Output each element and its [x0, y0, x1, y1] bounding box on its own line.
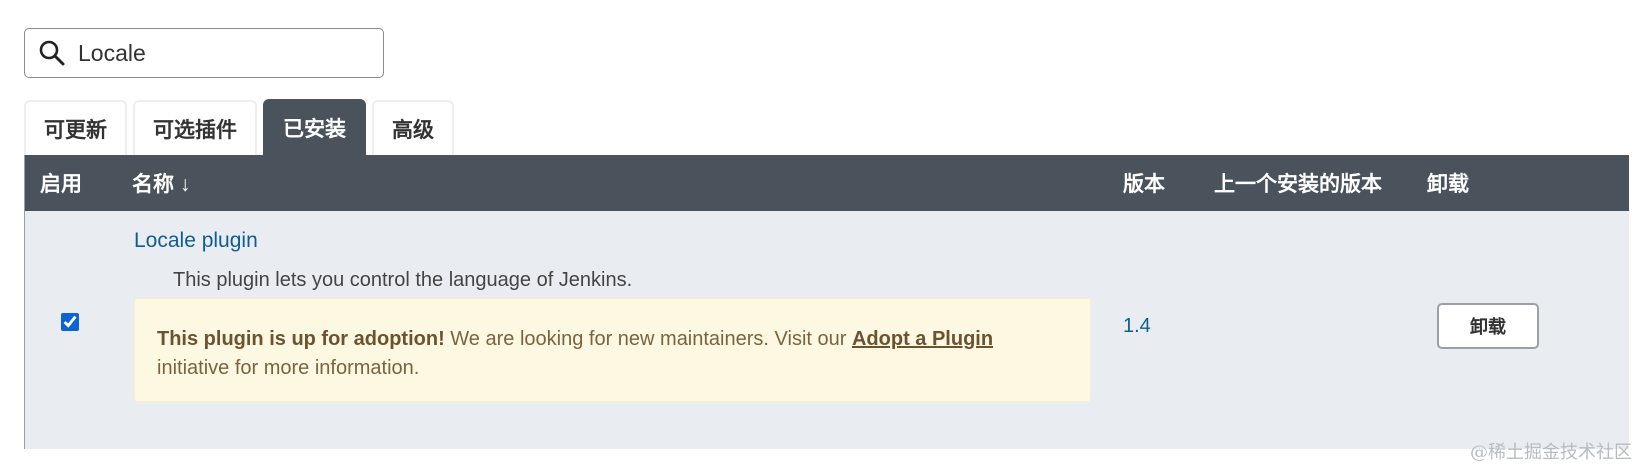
- tab-advanced[interactable]: 高级: [372, 100, 454, 155]
- enabled-cell: [61, 313, 79, 336]
- adoption-notice: This plugin is up for adoption! We are l…: [134, 298, 1091, 402]
- header-uninstall: 卸载: [1427, 173, 1469, 196]
- search-icon: [37, 38, 67, 68]
- adopt-plugin-link[interactable]: Adopt a Plugin: [852, 328, 993, 350]
- tab-updates[interactable]: 可更新: [24, 100, 127, 155]
- table-header: 启用 名称 ↓ 版本 上一个安装的版本 卸载: [25, 155, 1629, 211]
- plugin-version[interactable]: 1.4: [1123, 315, 1151, 338]
- adoption-text: We are looking for new maintainers. Visi…: [444, 328, 852, 350]
- tab-bar: 可更新 可选插件 已安装 高级: [24, 99, 460, 155]
- watermark: @稀土掘金技术社区: [1470, 442, 1632, 463]
- table-row: Locale plugin This plugin lets you contr…: [25, 211, 1629, 449]
- tab-installed[interactable]: 已安装: [263, 99, 366, 155]
- header-name[interactable]: 名称 ↓: [132, 155, 190, 211]
- plugin-name-link[interactable]: Locale plugin: [134, 229, 258, 253]
- tab-available[interactable]: 可选插件: [133, 100, 257, 155]
- plugin-description: This plugin lets you control the languag…: [173, 269, 633, 291]
- plugin-table: 启用 名称 ↓ 版本 上一个安装的版本 卸载 Locale plugin Thi…: [24, 155, 1629, 449]
- header-enabled: 启用: [40, 173, 82, 196]
- uninstall-button[interactable]: 卸载: [1437, 303, 1539, 349]
- adoption-text-end: initiative for more information.: [157, 357, 420, 379]
- header-previous-version: 上一个安装的版本: [1214, 173, 1382, 196]
- header-version[interactable]: 版本: [1123, 155, 1165, 211]
- enabled-checkbox[interactable]: [61, 313, 79, 331]
- search-input[interactable]: [76, 38, 366, 68]
- adoption-strong: This plugin is up for adoption!: [157, 328, 445, 350]
- search-box[interactable]: [24, 28, 384, 78]
